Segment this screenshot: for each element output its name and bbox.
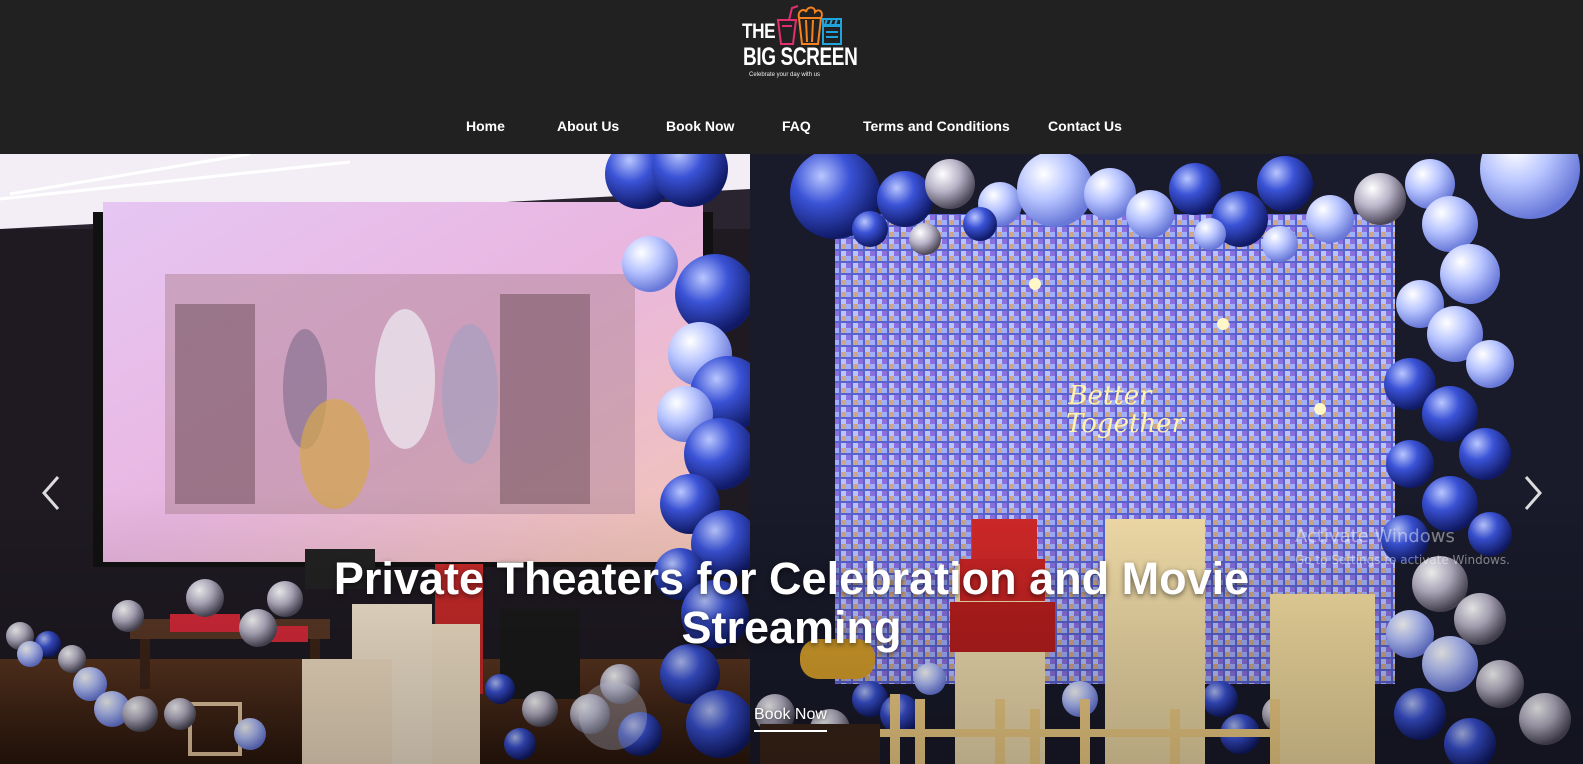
drink-cup-icon [776, 5, 799, 45]
hero-image: Better Together [0, 154, 1583, 764]
neon-sign-line2: Together [1066, 409, 1186, 439]
watermark-subtitle: Go to Settings to activate Windows. [1295, 553, 1510, 567]
site-logo[interactable]: THE BIG SCREEN Celebrate your day with u… [740, 4, 858, 84]
hero-carousel: Better Together Private Theaters for Cel… [0, 154, 1583, 764]
popcorn-icon [797, 6, 823, 45]
chevron-left-icon [42, 476, 60, 510]
site-header: THE BIG SCREEN Celebrate your day with u… [0, 0, 1583, 154]
watermark-title: Activate Windows [1295, 526, 1455, 547]
carousel-prev-button[interactable] [36, 471, 66, 515]
hero-book-now-button[interactable]: Book Now [754, 706, 827, 732]
activate-windows-watermark: Activate Windows Go to Settings to activ… [1295, 526, 1510, 567]
nav-terms-and-conditions[interactable]: Terms and Conditions [863, 118, 1010, 134]
carousel-next-button[interactable] [1518, 471, 1548, 515]
logo-icons [776, 5, 842, 45]
nav-about-us[interactable]: About Us [557, 118, 619, 134]
nav-contact-us[interactable]: Contact Us [1048, 118, 1122, 134]
main-nav: Home About Us Book Now FAQ Terms and Con… [0, 112, 1583, 140]
nav-home[interactable]: Home [466, 118, 505, 134]
logo-text-big-screen: BIG SCREEN [743, 43, 858, 71]
hero-title: Private Theaters for Celebration and Mov… [333, 553, 1250, 653]
logo-text-the: THE [742, 20, 776, 43]
nav-book-now[interactable]: Book Now [666, 118, 734, 134]
chevron-right-icon [1524, 476, 1542, 510]
logo-tagline: Celebrate your day with us [749, 72, 821, 78]
neon-sign-line1: Better [1067, 381, 1153, 411]
nav-faq[interactable]: FAQ [782, 118, 811, 134]
clapperboard-icon [822, 18, 842, 45]
